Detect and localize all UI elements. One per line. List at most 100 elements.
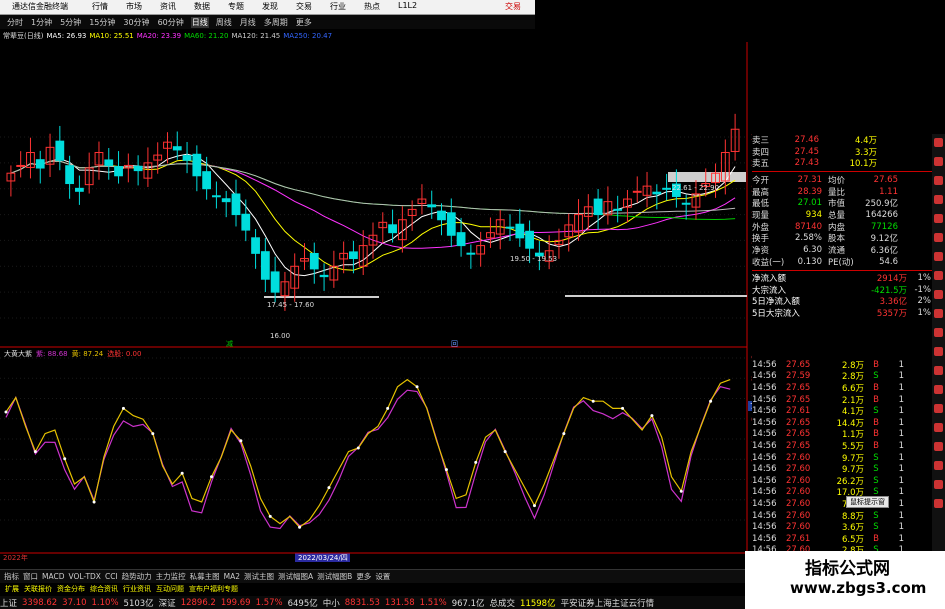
osc-dot (121, 406, 125, 410)
tick-count: 1 (898, 475, 904, 486)
sub-tab[interactable]: 关联报价 (24, 584, 52, 594)
tool-icon[interactable] (934, 480, 943, 489)
stat-value: 77126 (870, 221, 898, 232)
tool-icon[interactable] (934, 195, 943, 204)
ma-legend-item: 常辈豆(日线) (3, 32, 44, 40)
indicator-tab[interactable]: 窗口 (23, 571, 38, 582)
indicator-tab[interactable]: VOL-TDX (68, 572, 100, 581)
indicator-tab[interactable]: CCI (105, 572, 118, 581)
tick-count: 1 (898, 371, 904, 382)
tick-count: 1 (898, 510, 904, 521)
tick-row: 14:56 27.65 1.1万 B 1 (752, 429, 932, 441)
tick-count: 1 (898, 498, 904, 509)
tick-list[interactable]: 14:56 27.65 2.8万 B 1 14:56 27.59 2.8万 S 1 14:56 27.… (752, 359, 932, 557)
period-tab[interactable]: 60分钟 (157, 17, 185, 28)
tool-icon[interactable] (934, 499, 943, 508)
osc-dot (180, 471, 184, 475)
tick-volume: 5.5万 (841, 441, 864, 452)
indicator-tab[interactable]: 设置 (375, 571, 390, 582)
tick-count: 1 (898, 533, 904, 544)
stat-value: 2.58% (794, 233, 822, 244)
tick-volume: 1.1万 (841, 430, 864, 441)
sub-tab[interactable]: 行业资讯 (123, 584, 151, 594)
period-tab[interactable]: 1分钟 (30, 17, 53, 28)
period-tab[interactable]: 更多 (295, 17, 313, 28)
tick-count: 1 (898, 464, 904, 475)
period-tab[interactable]: 周线 (215, 17, 233, 28)
candle-body (65, 165, 75, 185)
tool-icon[interactable] (934, 328, 943, 337)
tool-icon[interactable] (934, 290, 943, 299)
candle-body (525, 230, 534, 249)
ma-legend-item: MA10: 25.51 (89, 32, 134, 40)
menu-item[interactable]: 资讯 (160, 1, 176, 12)
indicator-tab[interactable]: 私募主图 (190, 571, 220, 582)
osc-dot (298, 525, 302, 529)
menu-item[interactable]: 市场 (126, 1, 142, 12)
menu-item[interactable]: 数据 (194, 1, 210, 12)
indicator-tab[interactable]: 测试幅图A (278, 571, 313, 582)
tool-icon[interactable] (934, 309, 943, 318)
candle-body (251, 237, 260, 254)
candle-body (260, 251, 270, 280)
tool-icon[interactable] (934, 461, 943, 470)
tool-icon[interactable] (934, 157, 943, 166)
menu-item[interactable]: 发现 (262, 1, 278, 12)
period-tab[interactable]: 5分钟 (59, 17, 82, 28)
tool-icon[interactable] (934, 233, 943, 242)
sub-tab[interactable]: 扩展 (5, 584, 19, 594)
kline-chart[interactable]: 24.0023.0022.0021.0020.0019.0018.0017.00… (0, 42, 752, 569)
tool-icon[interactable] (934, 214, 943, 223)
menu-item[interactable]: 行情 (92, 1, 108, 12)
tool-icon[interactable] (934, 176, 943, 185)
sub-tab[interactable]: 综合资讯 (90, 584, 118, 594)
indicator-tab[interactable]: 测试主图 (244, 571, 274, 582)
indicator-tab[interactable]: 测试幅图B (317, 571, 352, 582)
candle-body (192, 153, 202, 177)
sub-tab[interactable]: 资金分布 (57, 584, 85, 594)
period-tab-active[interactable]: 日线 (190, 16, 209, 28)
osc-dot (239, 439, 243, 443)
indicator-tab[interactable]: 指标 (4, 571, 19, 582)
menu-item[interactable]: 热点 (364, 1, 380, 12)
stat-value: 27.01 (797, 198, 822, 209)
tool-icon[interactable] (934, 138, 943, 147)
menu-item[interactable]: 交易 (296, 1, 312, 12)
tool-icon[interactable] (934, 404, 943, 413)
period-tab[interactable]: 30分钟 (122, 17, 150, 28)
candle-body (456, 232, 466, 247)
indicator-tab[interactable]: 主力监控 (156, 571, 186, 582)
indicator-tab[interactable]: 更多 (356, 571, 371, 582)
sub-tab[interactable]: 互动问题 (156, 584, 184, 594)
tool-icon[interactable] (934, 252, 943, 261)
indicator-tab[interactable]: MA2 (224, 572, 240, 581)
tick-volume: 9.7万 (841, 465, 864, 476)
period-tab[interactable]: 15分钟 (88, 17, 116, 28)
tool-icon[interactable] (934, 423, 943, 432)
tick-count: 1 (898, 429, 904, 440)
tool-icon[interactable] (934, 366, 943, 375)
stat-value: 1.11 (879, 186, 898, 197)
tick-time: 14:56 (752, 440, 777, 451)
osc-yellow-line (5, 378, 731, 529)
sub-tab[interactable]: 宣布户福利专题 (189, 584, 238, 594)
menu-item[interactable]: 专题 (228, 1, 244, 12)
tool-icon[interactable] (934, 271, 943, 280)
tick-price: 27.61 (786, 406, 811, 417)
period-tab[interactable]: 分时 (6, 17, 24, 28)
stat-label: 现量 (752, 210, 770, 221)
period-tab[interactable]: 多周期 (263, 17, 289, 28)
stat-value: 6.30 (803, 245, 822, 256)
menu-item[interactable]: L1L2 (398, 1, 417, 12)
tool-icon[interactable] (934, 347, 943, 356)
trade-link[interactable]: 交易 (505, 1, 521, 12)
period-tab[interactable]: 月线 (239, 17, 257, 28)
menu-item[interactable]: 行业 (330, 1, 346, 12)
tool-icon[interactable] (934, 385, 943, 394)
candle-body (172, 146, 182, 151)
tool-icon[interactable] (934, 442, 943, 451)
osc-dot (327, 486, 331, 490)
osc-legend-item: 黄: 87.24 (71, 350, 104, 358)
indicator-tab[interactable]: 趋势动力 (122, 571, 152, 582)
indicator-tab[interactable]: MACD (42, 572, 64, 581)
